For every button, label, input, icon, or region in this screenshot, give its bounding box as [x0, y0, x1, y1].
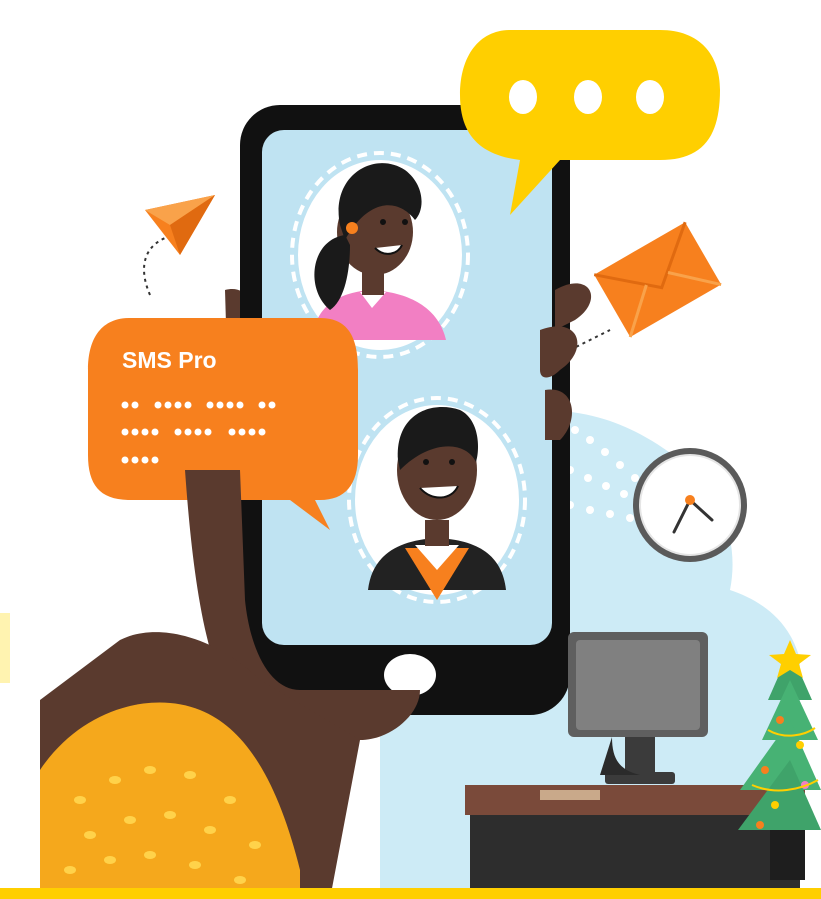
avatar-man — [347, 396, 527, 604]
envelope-icon — [593, 221, 722, 338]
paper-plane-icon — [145, 195, 215, 255]
sms-bubble-title: SMS Pro — [122, 347, 217, 373]
clock-icon — [633, 448, 747, 562]
fingers-right — [555, 283, 592, 330]
plane-trail — [143, 234, 176, 296]
illustration-canvas: SMS Pro — [0, 0, 821, 899]
sms-illustration — [0, 30, 821, 899]
desk — [465, 785, 805, 899]
yellow-corner-block — [0, 613, 10, 683]
home-button[interactable] — [384, 654, 436, 696]
bottom-yellow-bar — [0, 888, 821, 899]
